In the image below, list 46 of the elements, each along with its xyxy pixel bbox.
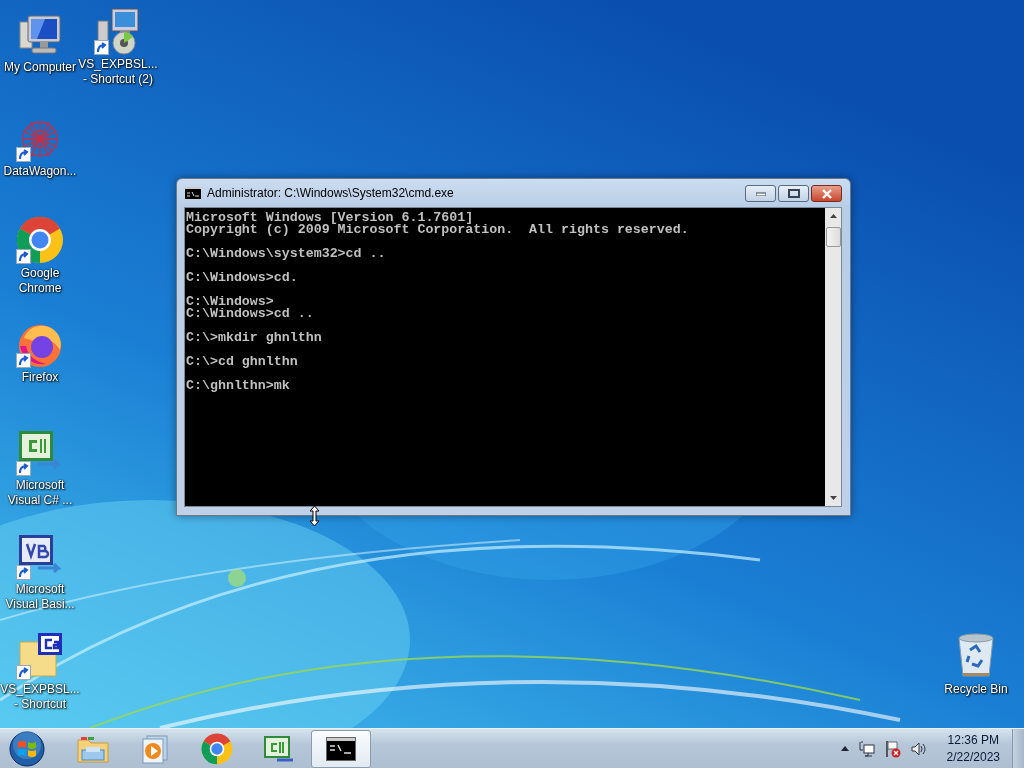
maximize-icon: [787, 189, 800, 198]
minimize-button[interactable]: [745, 185, 776, 202]
close-icon: [820, 188, 833, 199]
window-title: Administrator: C:\Windows\System32\cmd.exe: [207, 186, 455, 200]
clock-time[interactable]: 12:36 PM: [947, 731, 999, 749]
desktop-shortcut[interactable]: VS_EXPBSL... - Shortcut (2): [79, 5, 157, 87]
icon-label: Microsoft Visual C# ...: [7, 478, 73, 508]
file-icon: [16, 632, 64, 680]
console-output: Microsoft Windows [Version 6.1.7601] Copyright (c) 2009 Microsoft Corporation. All rights reserved. C:\Windows\system32>cd .. C:\Windows>cd. C:\Windows> C:\Windows>cd .. C:\>mkdir ghnlthn C:\>cd ghnlthn C:\ghnlthn>mk: [185, 208, 825, 506]
desktop-shortcut[interactable]: My Computer: [1, 8, 79, 75]
desktop-shortcut[interactable]: Microsoft Visual C# ...: [1, 426, 79, 508]
icon-label: Firefox: [21, 370, 59, 385]
resize-cursor-icon: [309, 505, 320, 527]
icon-label: Recycle Bin: [944, 682, 1008, 697]
flag-icon[interactable]: [884, 739, 901, 758]
desktop-shortcut[interactable]: Recycle Bin: [937, 630, 1015, 697]
icon-label: DataWagon...: [3, 164, 77, 179]
minimize-icon: [755, 191, 766, 196]
trash-bin-icon: [956, 632, 996, 680]
browser-logo-icon: [16, 216, 64, 264]
taskbar-button[interactable]: [311, 729, 371, 768]
icon-label: My Computer: [4, 60, 76, 75]
icon-label: VS_EXPBSL... - Shortcut: [0, 682, 80, 712]
browser-logo-icon: [201, 732, 233, 765]
icon-label: Microsoft Visual Basi...: [5, 582, 75, 612]
computer-disc-icon: [94, 7, 142, 55]
network-icon[interactable]: [858, 740, 875, 757]
media-player-icon: [141, 733, 169, 764]
close-button[interactable]: [811, 185, 842, 202]
icon-label: VS_EXPBSL... - Shortcut (2): [78, 57, 158, 87]
desktop-shortcut[interactable]: DataWagon...: [1, 112, 79, 179]
desktop-shortcut[interactable]: Google Chrome: [1, 214, 79, 296]
scrollbar-thumb[interactable]: [826, 227, 841, 247]
show-hidden-icons-button[interactable]: [840, 746, 849, 751]
console-icon: [326, 736, 356, 761]
icon-label: Google Chrome: [18, 266, 62, 296]
clock-date[interactable]: 2/22/2023: [946, 748, 1000, 766]
maximize-button[interactable]: [778, 185, 809, 202]
console-icon: [185, 187, 201, 199]
up-arrow-icon: [829, 214, 837, 218]
csharp-project-icon: [263, 734, 295, 763]
speaker-icon[interactable]: [910, 740, 927, 757]
down-arrow-icon: [829, 496, 837, 500]
desktop-shortcut[interactable]: Firefox: [1, 318, 79, 385]
windows-logo-icon: [9, 730, 45, 767]
scrollbar[interactable]: [825, 208, 841, 506]
